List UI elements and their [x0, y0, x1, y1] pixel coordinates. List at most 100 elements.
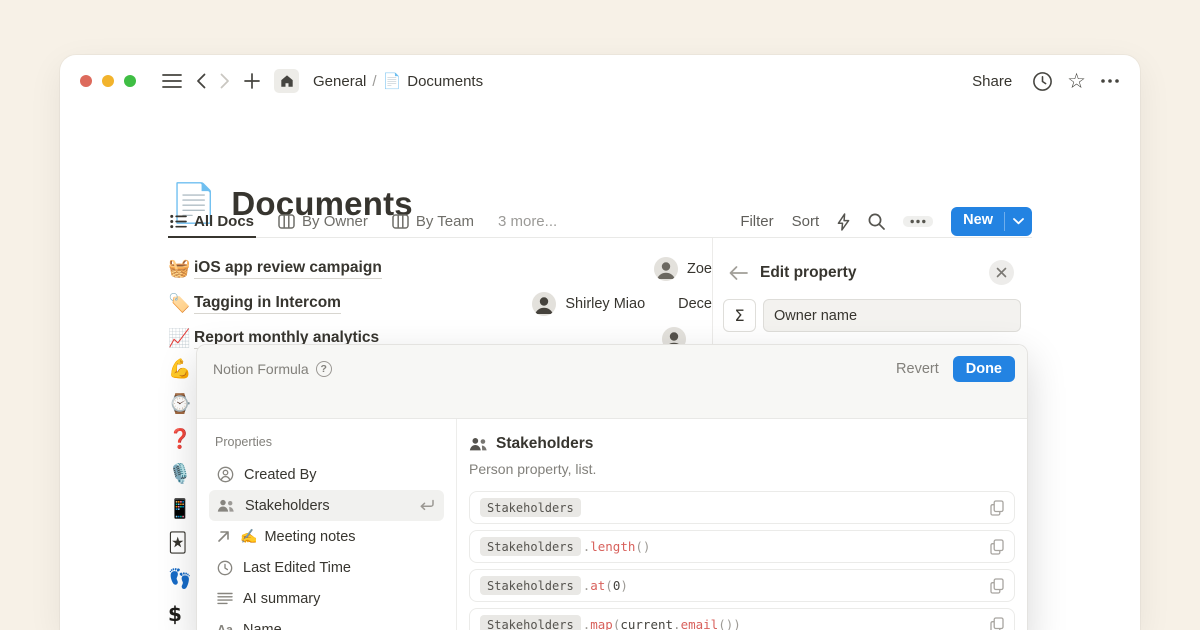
tab-all-docs[interactable]: All Docs: [170, 205, 254, 238]
people-icon: [469, 437, 488, 452]
topbar: General / 📄 Documents Share ☆: [60, 55, 1140, 107]
app-window: General / 📄 Documents Share ☆ 📄 Document…: [60, 55, 1140, 630]
formula-input-area[interactable]: Notion Formula ? Revert Done: [197, 345, 1027, 419]
property-token: Stakeholders: [480, 537, 581, 556]
view-options-icon[interactable]: [903, 216, 933, 227]
tab-more-views[interactable]: 3 more...: [498, 205, 557, 238]
new-dropdown-chevron-icon[interactable]: [1005, 207, 1032, 236]
enter-return-icon: [417, 498, 436, 513]
detail-subtitle: Person property, list.: [469, 461, 1015, 477]
row-emoji-icon: 📈: [168, 328, 194, 349]
formula-editor-popup: Notion Formula ? Revert Done Properties …: [196, 344, 1028, 630]
formula-snippet[interactable]: Stakeholders .at(0): [469, 569, 1015, 602]
breadcrumb-separator: /: [372, 73, 376, 90]
sidebar-item-meeting-notes[interactable]: ✍️ Meeting notes: [209, 521, 444, 552]
home-icon[interactable]: [274, 69, 299, 93]
breadcrumb-page[interactable]: Documents: [407, 73, 483, 90]
sort-button[interactable]: Sort: [792, 213, 820, 230]
hidden-row-emojis: 💪 ⌚ ❓ 🎙️ 📱 🃏 👣 $: [168, 351, 198, 630]
formula-snippet[interactable]: Stakeholders: [469, 491, 1015, 524]
sidebar-item-stakeholders[interactable]: Stakeholders: [209, 490, 444, 521]
property-token: Stakeholders: [480, 576, 581, 595]
row-emoji-icon: 🎙️: [168, 456, 198, 491]
formula-property-detail: Stakeholders Person property, list. Stak…: [457, 419, 1027, 630]
property-token: Stakeholders: [480, 615, 581, 630]
minimize-window-button[interactable]: [102, 75, 114, 87]
close-window-button[interactable]: [80, 75, 92, 87]
row-emoji-icon: ⌚: [168, 386, 198, 421]
row-title[interactable]: Tagging in Intercom: [194, 294, 341, 314]
breadcrumb: General / 📄 Documents: [313, 72, 483, 90]
forward-icon[interactable]: [220, 73, 230, 89]
help-icon[interactable]: ?: [316, 361, 332, 377]
row-emoji-icon: $: [168, 596, 198, 630]
sidebar-item-ai-summary[interactable]: AI summary: [209, 583, 444, 614]
sidebar-toggle-icon[interactable]: [162, 73, 182, 89]
panel-back-icon[interactable]: [729, 266, 748, 280]
writing-hand-emoji-icon: ✍️: [240, 528, 257, 545]
traffic-lights: [80, 75, 136, 87]
close-icon[interactable]: [989, 260, 1014, 285]
formula-snippet[interactable]: Stakeholders .length(): [469, 530, 1015, 563]
row-person: Shirley Miao: [565, 296, 645, 312]
search-icon[interactable]: [868, 213, 885, 230]
text-lines-icon: [217, 592, 233, 605]
automation-bolt-icon[interactable]: [837, 213, 850, 231]
list-view-icon: [170, 214, 187, 229]
board-view-icon: [392, 214, 409, 229]
copy-icon[interactable]: [990, 500, 1004, 516]
tab-by-team[interactable]: By Team: [392, 205, 474, 238]
property-name-input[interactable]: [763, 299, 1021, 332]
tab-by-owner[interactable]: By Owner: [278, 205, 368, 238]
avatar: [654, 257, 678, 281]
filter-button[interactable]: Filter: [740, 213, 773, 230]
new-page-icon[interactable]: [244, 73, 260, 89]
more-options-icon[interactable]: [1100, 78, 1120, 84]
sidebar-item-last-edited-time[interactable]: Last Edited Time: [209, 552, 444, 583]
arrow-up-right-icon: [217, 530, 230, 543]
formula-snippet[interactable]: Stakeholders .map(current.email()): [469, 608, 1015, 630]
new-button[interactable]: New: [951, 207, 1032, 236]
copy-icon[interactable]: [990, 617, 1004, 630]
favorite-star-icon[interactable]: ☆: [1067, 71, 1086, 92]
person-circle-icon: [217, 466, 234, 483]
clock-icon: [217, 560, 233, 576]
done-button[interactable]: Done: [953, 356, 1015, 382]
row-emoji-icon: ❓: [168, 421, 198, 456]
back-icon[interactable]: [196, 73, 206, 89]
board-view-icon: [278, 214, 295, 229]
view-toolbar: Filter Sort New: [740, 207, 1032, 236]
breadcrumb-root[interactable]: General: [313, 73, 366, 90]
history-clock-icon[interactable]: [1032, 71, 1053, 92]
row-emoji-icon: 🃏: [168, 526, 198, 561]
copy-icon[interactable]: [990, 578, 1004, 594]
row-title[interactable]: iOS app review campaign: [194, 259, 382, 279]
copy-icon[interactable]: [990, 539, 1004, 555]
row-person: Zoe: [687, 261, 712, 277]
sidebar-item-name[interactable]: Aa Name: [209, 614, 444, 630]
row-emoji-icon: 👣: [168, 561, 198, 596]
row-date: Dece: [678, 296, 712, 312]
popup-title: Notion Formula: [213, 361, 309, 377]
panel-title: Edit property: [760, 264, 856, 282]
property-token: Stakeholders: [480, 498, 581, 517]
zoom-window-button[interactable]: [124, 75, 136, 87]
people-icon: [217, 499, 235, 513]
row-emoji-icon: 💪: [168, 351, 198, 386]
row-emoji-icon: 🏷️: [168, 293, 194, 314]
document-list: 🧺 iOS app review campaign Zoe 🏷️ Tagging…: [168, 251, 712, 356]
row-emoji-icon: 🧺: [168, 258, 194, 279]
formula-properties-sidebar: Properties Created By Stakeholders ✍️ Me…: [197, 419, 457, 630]
snippet-code: .at(0): [583, 578, 628, 593]
row-emoji-icon: 📱: [168, 491, 198, 526]
revert-button[interactable]: Revert: [896, 361, 939, 377]
snippet-code: .length(): [583, 539, 651, 554]
share-button[interactable]: Share: [972, 73, 1012, 90]
table-row[interactable]: 🧺 iOS app review campaign Zoe: [168, 251, 712, 286]
avatar: [532, 292, 556, 316]
formula-type-icon[interactable]: Σ: [723, 299, 756, 332]
text-type-icon: Aa: [217, 623, 233, 630]
table-row[interactable]: 🏷️ Tagging in Intercom Shirley Miao Dece: [168, 286, 712, 321]
sidebar-item-created-by[interactable]: Created By: [209, 459, 444, 490]
document-emoji-icon: 📄: [383, 72, 402, 90]
